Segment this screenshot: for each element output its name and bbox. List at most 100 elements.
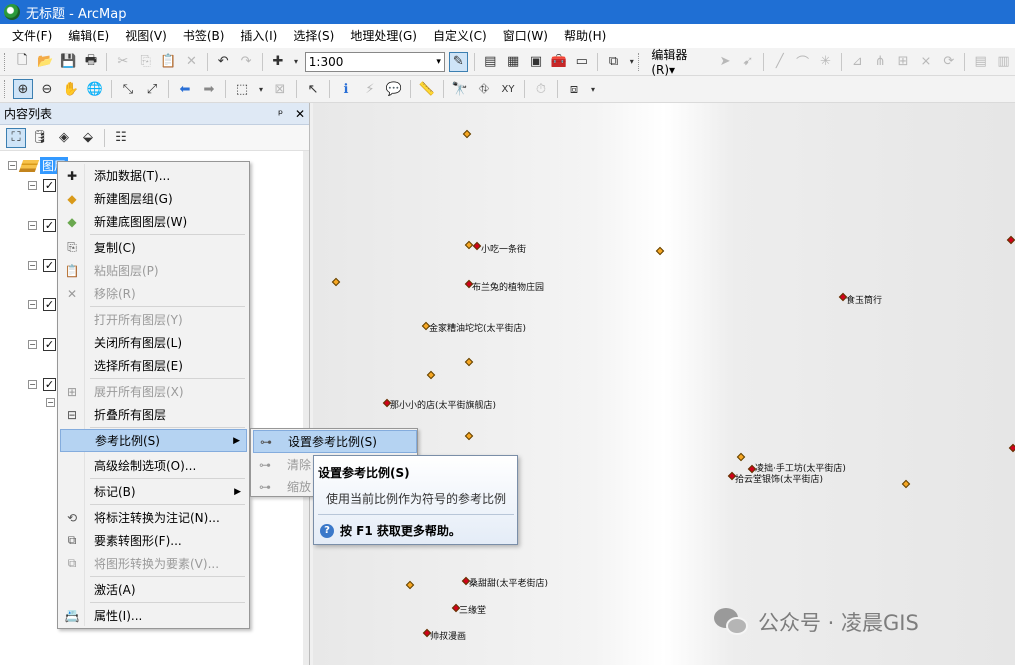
find-icon[interactable]: 🔭 xyxy=(450,79,470,99)
print-icon[interactable]: 🖶 xyxy=(82,52,101,72)
reshape-icon[interactable]: ⋔ xyxy=(871,52,890,72)
menu-new-group-layer[interactable]: ◆ 新建图层组(G) xyxy=(60,187,247,210)
forward-extent-icon[interactable]: ➡ xyxy=(199,79,219,99)
select-elements-icon[interactable]: ↖ xyxy=(303,79,323,99)
edit-vertices-icon[interactable]: ⊿ xyxy=(848,52,867,72)
collapse-icon[interactable]: − xyxy=(28,221,37,230)
tree-layer-row[interactable]: − ✓ xyxy=(28,338,56,351)
layer-visibility-checkbox[interactable]: ✓ xyxy=(43,179,56,192)
collapse-icon[interactable]: − xyxy=(46,398,55,407)
poi-marker[interactable] xyxy=(1008,443,1015,453)
tree-layer-row[interactable]: − ✓ xyxy=(28,179,56,192)
attributes-icon[interactable]: ▤ xyxy=(971,52,990,72)
menu-convert-labels-to-annotation[interactable]: ⟲ 将标注转换为注记(N)... xyxy=(60,506,247,529)
chevron-down-icon[interactable]: ▾ xyxy=(588,79,598,99)
menu-select-all-layers[interactable]: 选择所有图层(E) xyxy=(60,354,247,377)
redo-icon[interactable]: ↷ xyxy=(237,52,256,72)
create-viewer-window-icon[interactable]: ⧈ xyxy=(564,79,584,99)
edit-annotation-icon[interactable]: ➹ xyxy=(739,52,758,72)
menu-new-basemap-layer[interactable]: ◆ 新建底图图层(W) xyxy=(60,210,247,233)
options-icon[interactable]: ☷ xyxy=(111,128,131,148)
list-by-visibility-icon[interactable]: ◈ xyxy=(54,128,74,148)
sketch-properties-icon[interactable]: ▥ xyxy=(994,52,1013,72)
toolbar-grip[interactable] xyxy=(638,52,641,71)
menu-properties[interactable]: 📇 属性(I)... xyxy=(60,604,247,627)
menu-labeling[interactable]: 标记(B) ▶ xyxy=(60,480,247,503)
zoom-out-icon[interactable]: ⊖ xyxy=(37,79,57,99)
menu-paste-layer[interactable]: 📋 粘贴图层(P) xyxy=(60,259,247,282)
zoom-in-icon[interactable]: ⊕ xyxy=(13,79,33,99)
catalog-window-icon[interactable]: ▦ xyxy=(504,52,523,72)
cut-polygons-icon[interactable]: ⊞ xyxy=(894,52,913,72)
find-route-icon[interactable]: ⛗ xyxy=(474,79,494,99)
menu-window[interactable]: 窗口(W) xyxy=(495,24,556,48)
straight-segment-icon[interactable]: ╱ xyxy=(770,52,789,72)
full-extent-icon[interactable]: 🌐 xyxy=(85,79,105,99)
toc-window-icon[interactable]: ▤ xyxy=(481,52,500,72)
chevron-down-icon[interactable]: ▾ xyxy=(627,52,636,72)
end-point-arc-icon[interactable]: ⌒ xyxy=(793,52,812,72)
menu-edit[interactable]: 编辑(E) xyxy=(60,24,117,48)
poi-marker[interactable] xyxy=(331,277,341,287)
menu-turn-all-layers-on[interactable]: 打开所有图层(Y) xyxy=(60,308,247,331)
fixed-zoom-in-icon[interactable]: ⤡ xyxy=(118,79,138,99)
modelbuilder-icon[interactable]: ⧉ xyxy=(604,52,623,72)
paste-icon[interactable]: 📋 xyxy=(159,52,178,72)
layer-visibility-checkbox[interactable]: ✓ xyxy=(43,338,56,351)
fixed-zoom-out-icon[interactable]: ⤢ xyxy=(142,79,162,99)
collapse-icon[interactable]: − xyxy=(28,300,37,309)
editor-menu[interactable]: 编辑器(R)▾ xyxy=(645,46,713,77)
menu-reference-scale[interactable]: 参考比例(S) ▶ xyxy=(60,429,247,452)
hyperlink-icon[interactable]: ⚡ xyxy=(360,79,380,99)
layer-visibility-checkbox[interactable]: ✓ xyxy=(43,219,56,232)
menu-help[interactable]: 帮助(H) xyxy=(556,24,614,48)
add-data-icon[interactable]: ✚ xyxy=(268,52,287,72)
collapse-icon[interactable]: − xyxy=(28,380,37,389)
menu-add-data[interactable]: ✚ 添加数据(T)... xyxy=(60,164,247,187)
poi-marker[interactable] xyxy=(901,479,911,489)
tree-layer-row[interactable]: − ✓ xyxy=(28,298,56,311)
undo-icon[interactable]: ↶ xyxy=(214,52,233,72)
list-by-selection-icon[interactable]: ⬙ xyxy=(78,128,98,148)
layer-visibility-checkbox[interactable]: ✓ xyxy=(43,259,56,272)
save-icon[interactable]: 💾 xyxy=(59,52,78,72)
poi-marker[interactable] xyxy=(464,357,474,367)
html-popup-icon[interactable]: 💬 xyxy=(384,79,404,99)
tree-sub-row[interactable]: − xyxy=(46,398,55,407)
identify-icon[interactable]: ℹ xyxy=(336,79,356,99)
toolbar-grip[interactable] xyxy=(4,52,7,71)
tree-layer-row[interactable]: − ✓ xyxy=(28,219,56,232)
toolbar-grip[interactable] xyxy=(4,80,7,98)
menu-set-reference-scale[interactable]: ⊶ 设置参考比例(S) xyxy=(253,430,417,453)
copy-icon[interactable]: ⎘ xyxy=(136,52,155,72)
list-by-drawing-order-icon[interactable]: ⛶ xyxy=(6,127,26,148)
edit-tool-icon[interactable]: ➤ xyxy=(716,52,735,72)
menu-turn-all-layers-off[interactable]: 关闭所有图层(L) xyxy=(60,331,247,354)
collapse-icon[interactable]: − xyxy=(28,340,37,349)
poi-marker[interactable] xyxy=(462,129,472,139)
menu-view[interactable]: 视图(V) xyxy=(117,24,175,48)
chevron-down-icon[interactable]: ▾ xyxy=(256,79,266,99)
menu-bookmarks[interactable]: 书签(B) xyxy=(175,24,233,48)
layer-visibility-checkbox[interactable]: ✓ xyxy=(43,298,56,311)
tree-layer-row[interactable]: − ✓ xyxy=(28,378,56,391)
poi-marker[interactable] xyxy=(1006,235,1015,245)
menu-collapse-all-layers[interactable]: ⊟ 折叠所有图层 xyxy=(60,403,247,426)
editor-toolbar-icon[interactable]: ✎ xyxy=(448,51,468,72)
measure-icon[interactable]: 📏 xyxy=(417,79,437,99)
new-document-icon[interactable]: 🗋 xyxy=(13,52,32,72)
time-slider-icon[interactable]: ⏱ xyxy=(531,79,551,99)
map-scale-combo[interactable]: 1:300 ▾ xyxy=(304,51,445,72)
menu-expand-all-layers[interactable]: ⊞ 展开所有图层(X) xyxy=(60,380,247,403)
back-extent-icon[interactable]: ⬅ xyxy=(175,79,195,99)
select-features-icon[interactable]: ⬚ xyxy=(232,79,252,99)
menu-copy[interactable]: ⎘ 复制(C) xyxy=(60,236,247,259)
python-window-icon[interactable]: ▭ xyxy=(572,52,591,72)
poi-marker[interactable] xyxy=(464,431,474,441)
poi-marker[interactable] xyxy=(426,370,436,380)
clear-selection-icon[interactable]: ⊠ xyxy=(270,79,290,99)
menu-insert[interactable]: 插入(I) xyxy=(232,24,285,48)
delete-icon[interactable]: ✕ xyxy=(182,52,201,72)
menu-activate[interactable]: 激活(A) xyxy=(60,578,247,601)
search-window-icon[interactable]: ▣ xyxy=(527,52,546,72)
